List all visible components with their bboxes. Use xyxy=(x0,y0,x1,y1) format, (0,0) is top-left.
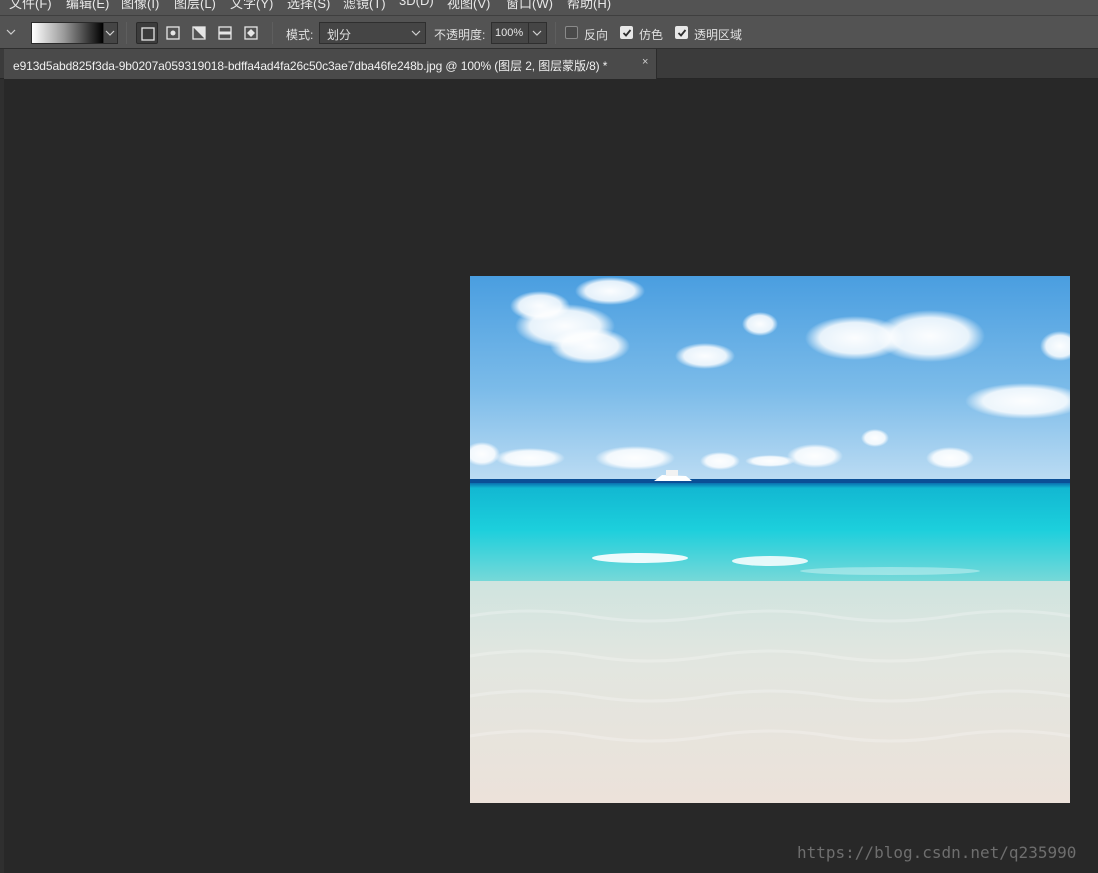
menu-edit[interactable]: 编辑(E) xyxy=(66,0,109,12)
transparency-checkbox[interactable] xyxy=(675,26,688,39)
reverse-checkbox[interactable] xyxy=(565,26,578,39)
opacity-label: 不透明度: xyxy=(434,28,486,42)
watermark-text: https://blog.csdn.net/q235990 xyxy=(797,843,1077,862)
diamond-gradient-button[interactable] xyxy=(240,22,262,44)
menu-3d[interactable]: 3D(D) xyxy=(399,0,434,8)
document-tab-bar: e913d5abd825f3da-9b0207a059319018-bdffa4… xyxy=(0,49,1098,79)
diamond-gradient-icon xyxy=(244,26,258,40)
document-tab-title: e913d5abd825f3da-9b0207a059319018-bdffa4… xyxy=(13,59,608,73)
close-icon[interactable]: × xyxy=(642,56,648,68)
angle-gradient-icon xyxy=(192,26,206,40)
divider xyxy=(126,22,127,44)
radial-gradient-icon xyxy=(166,26,180,40)
mode-select[interactable]: 划分 xyxy=(319,22,426,44)
horizon xyxy=(470,479,1070,483)
beach-photo-canvas[interactable] xyxy=(470,276,1070,803)
radial-gradient-button[interactable] xyxy=(162,22,184,44)
document-tab[interactable]: e913d5abd825f3da-9b0207a059319018-bdffa4… xyxy=(4,49,657,79)
reflected-gradient-icon xyxy=(218,26,232,40)
checkmark-icon xyxy=(622,29,632,37)
reverse-label: 反向 xyxy=(584,28,609,42)
menu-file[interactable]: 文件(F) xyxy=(9,0,52,12)
chevron-down-icon xyxy=(411,30,421,36)
options-bar: 模式: 划分 不透明度: 100% 反向 仿色 透明区域 xyxy=(0,15,1098,49)
gradient-preview[interactable] xyxy=(31,22,104,44)
linear-gradient-icon xyxy=(141,27,155,41)
dither-checkbox[interactable] xyxy=(620,26,633,39)
workspace-edge xyxy=(0,79,4,873)
menu-view[interactable]: 视图(V) xyxy=(447,0,490,12)
menu-select[interactable]: 选择(S) xyxy=(287,0,330,12)
reflected-gradient-button[interactable] xyxy=(214,22,236,44)
menu-layer[interactable]: 图层(L) xyxy=(174,0,216,12)
tool-preset-chevron-down-icon[interactable] xyxy=(4,27,18,41)
menu-image[interactable]: 图像(I) xyxy=(121,0,159,12)
divider xyxy=(555,22,556,44)
menu-help[interactable]: 帮助(H) xyxy=(567,0,611,12)
angle-gradient-button[interactable] xyxy=(188,22,210,44)
divider xyxy=(272,22,273,44)
menu-window[interactable]: 窗口(W) xyxy=(506,0,553,12)
linear-gradient-button[interactable] xyxy=(136,22,158,44)
gradient-picker-chevron-down-icon[interactable] xyxy=(104,22,118,44)
menu-bar: 文件(F) 编辑(E) 图像(I) 图层(L) 文字(Y) 选择(S) 滤镜(T… xyxy=(0,0,1098,15)
checkmark-icon xyxy=(677,29,687,37)
opacity-slider-chevron-down-icon[interactable] xyxy=(529,22,547,44)
menu-type[interactable]: 文字(Y) xyxy=(230,0,273,12)
mode-label: 模式: xyxy=(286,28,314,42)
opacity-input[interactable]: 100% xyxy=(491,22,529,44)
dither-label: 仿色 xyxy=(639,28,664,42)
menu-filter[interactable]: 滤镜(T) xyxy=(343,0,386,12)
sea xyxy=(470,483,1070,586)
transparency-label: 透明区域 xyxy=(694,28,743,42)
mode-value: 划分 xyxy=(327,28,352,42)
